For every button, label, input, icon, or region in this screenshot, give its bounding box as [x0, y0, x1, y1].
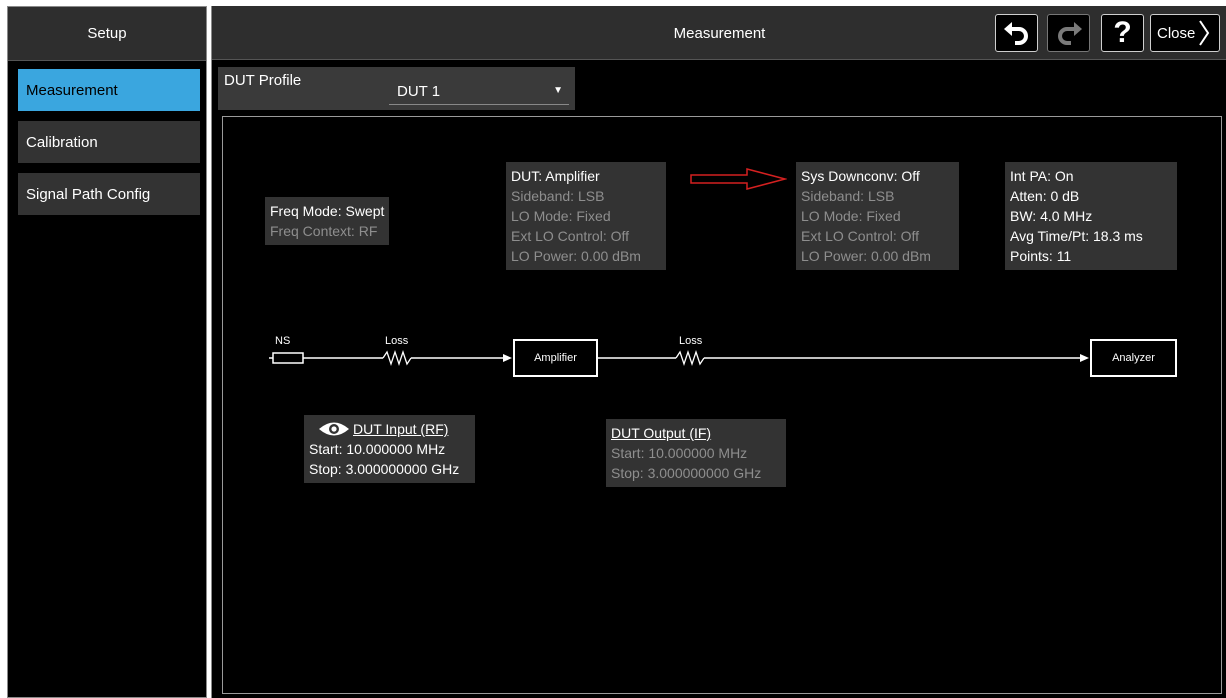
- amplifier-block[interactable]: Amplifier: [513, 339, 598, 377]
- loss-label-1: Loss: [385, 335, 409, 347]
- measurement-panel: Measurement ? Close DUT Profile DUT 1 ▼: [211, 6, 1226, 698]
- signal-path: [269, 349, 1089, 367]
- dut-select-value: DUT 1: [397, 83, 441, 100]
- help-button[interactable]: ?: [1101, 14, 1144, 52]
- dut-input-start: Start: 10.000000 MHz: [309, 441, 446, 457]
- loss-resistor-icon: [675, 349, 705, 367]
- dut-input-box[interactable]: DUT Input (RF) Start: 10.000000 MHz Stop…: [304, 415, 475, 483]
- ns-label: NS: [275, 335, 291, 347]
- redo-button[interactable]: [1047, 14, 1090, 52]
- dut-profile-select[interactable]: DUT 1 ▼: [389, 72, 569, 105]
- dut-output-stop: Stop: 3.000000000 GHz: [611, 465, 762, 481]
- sidebar-header: Setup: [8, 7, 206, 61]
- close-label: Close: [1157, 24, 1196, 42]
- main-header: Measurement ? Close: [212, 6, 1226, 60]
- sidebar-item-measurement[interactable]: Measurement: [18, 69, 200, 111]
- dut-input-title-row: DUT Input (RF): [309, 419, 470, 439]
- chevron-right-icon: [1199, 20, 1210, 46]
- dut-output-box[interactable]: DUT Output (IF) Start: 10.000000 MHz Sto…: [606, 419, 786, 487]
- setup-sidebar: Setup Measurement Calibration Signal Pat…: [7, 6, 207, 698]
- loss-resistor-icon: [382, 349, 412, 367]
- sidebar-item-calibration[interactable]: Calibration: [18, 121, 200, 163]
- undo-icon: [1003, 22, 1028, 45]
- dut-input-stop: Stop: 3.000000000 GHz: [309, 461, 460, 477]
- dut-output-title: DUT Output (IF): [611, 425, 712, 441]
- loss-label-2: Loss: [679, 335, 703, 347]
- dut-profile-bar: DUT Profile DUT 1 ▼: [218, 67, 575, 110]
- dut-output-start: Start: 10.000000 MHz: [611, 445, 748, 461]
- analyzer-block[interactable]: Analyzer: [1090, 339, 1177, 377]
- dut-profile-label: DUT Profile: [224, 72, 302, 89]
- undo-button[interactable]: [995, 14, 1038, 52]
- measurement-diagram: Freq Mode: Swept Freq Context: RF DUT: A…: [222, 116, 1222, 694]
- dropdown-arrow-icon: ▼: [553, 85, 563, 96]
- noise-source-icon: [272, 352, 304, 364]
- sidebar-item-signal-path-config[interactable]: Signal Path Config: [18, 173, 200, 215]
- close-button[interactable]: Close: [1150, 14, 1220, 52]
- dut-input-title: DUT Input (RF): [353, 421, 449, 437]
- eye-icon: [319, 422, 349, 436]
- redo-icon: [1057, 22, 1082, 45]
